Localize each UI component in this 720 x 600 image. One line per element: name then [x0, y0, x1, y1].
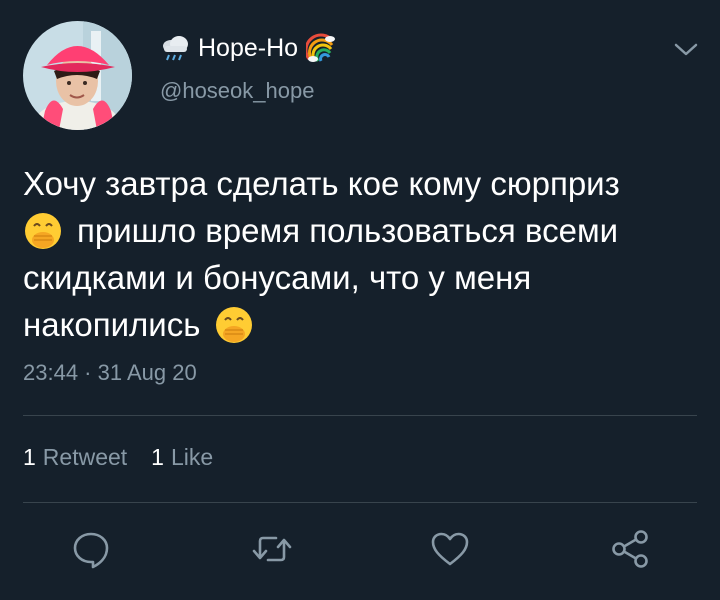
likes-stat[interactable]: 1 Like: [151, 444, 213, 471]
retweet-button[interactable]: [250, 527, 294, 571]
user-handle[interactable]: @hoseok_hope: [160, 78, 314, 104]
share-button[interactable]: [608, 527, 652, 571]
like-button[interactable]: [428, 527, 472, 571]
tweet-line-3: скидками и бонусами, что у меня: [23, 259, 532, 296]
likes-label: Like: [170, 444, 214, 470]
avatar-image: [23, 21, 132, 130]
avatar[interactable]: [23, 21, 132, 130]
hand-over-mouth-face-icon: [25, 212, 61, 249]
chevron-down-icon: [674, 43, 698, 56]
cloud-with-rain-icon: [163, 36, 188, 61]
reply-icon: [73, 532, 109, 569]
divider: [23, 415, 697, 416]
tweet-text-line: накопились: [23, 301, 703, 348]
tweet-stats: 1 Retweet 1 Like: [23, 444, 213, 471]
retweets-label: Retweet: [42, 444, 128, 470]
display-name: Hope-Ho: [198, 33, 299, 62]
tweet-menu-button[interactable]: [673, 40, 699, 60]
retweets-stat[interactable]: 1 Retweet: [23, 444, 127, 471]
hand-over-mouth-face-icon: [216, 306, 253, 343]
retweets-count: 1: [23, 444, 36, 470]
like-icon: [431, 532, 469, 566]
likes-count: 1: [151, 444, 164, 470]
divider: [23, 502, 697, 503]
share-icon: [612, 530, 648, 568]
reply-button[interactable]: [69, 527, 113, 571]
tweet-line-4: накопились: [23, 306, 201, 343]
tweet-text: Хочу завтра сделать кое кому сюрприз при…: [23, 160, 703, 348]
tweet-line-1: Хочу завтра сделать кое кому сюрприз: [23, 165, 620, 202]
tweet-text-line: пришло время пользоваться всеми: [23, 207, 703, 254]
tweet-text-line: Хочу завтра сделать кое кому сюрприз: [23, 160, 703, 207]
rainbow-icon: [306, 33, 336, 62]
display-name-row[interactable]: Hope-Ho: [160, 30, 336, 66]
tweet-timestamp[interactable]: 23:44 · 31 Aug 20: [23, 360, 197, 386]
tweet-detail: Hope-Ho @hoseok_hope Хочу завтра сделать…: [0, 0, 720, 600]
retweet-icon: [252, 536, 292, 562]
tweet-text-line: скидками и бонусами, что у меня: [23, 254, 703, 301]
tweet-line-2: пришло время пользоваться всеми: [77, 212, 619, 249]
